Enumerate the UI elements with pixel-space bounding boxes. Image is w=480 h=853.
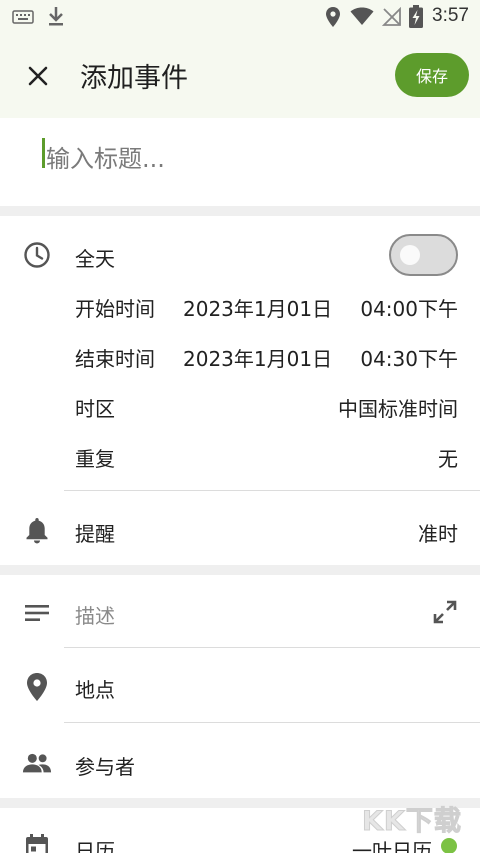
save-button[interactable]: 保存 [395,53,469,97]
repeat-value[interactable]: 无 [438,443,458,472]
wifi-icon [350,7,374,25]
section-divider [0,206,480,216]
toggle-knob [400,245,420,265]
page-title: 添加事件 [80,63,188,94]
location-pin-icon [22,672,52,702]
title-input[interactable]: 输入标题... [46,139,165,174]
reminder-value[interactable]: 准时 [418,518,458,547]
close-button[interactable] [18,56,58,96]
reminder-label[interactable]: 提醒 [75,518,115,547]
clock-icon [22,240,52,270]
all-day-label: 全天 [75,247,115,271]
timezone-label[interactable]: 时区 [75,393,115,422]
description-input[interactable]: 描述 [75,600,115,629]
calendar-color-dot [441,838,457,853]
end-time[interactable]: 04:30下午 [360,343,458,372]
app-bar: 添加事件 保存 [0,34,480,118]
timezone-value[interactable]: 中国标准时间 [338,393,458,422]
divider [64,722,480,723]
expand-icon[interactable] [430,597,460,627]
end-date[interactable]: 2023年1月01日 [183,343,332,372]
status-time: 3:57 [432,5,469,26]
location-input[interactable]: 地点 [75,674,115,703]
attendees-input[interactable]: 参与者 [75,751,135,780]
location-icon [326,7,340,27]
bell-icon [22,515,52,545]
keyboard-icon [12,10,34,24]
download-icon [49,7,63,26]
people-icon [22,748,52,778]
close-icon [28,66,48,86]
start-time[interactable]: 04:00下午 [360,293,458,322]
notes-icon [22,598,52,628]
repeat-label[interactable]: 重复 [75,443,115,472]
end-time-label: 结束时间 [75,347,155,371]
start-date[interactable]: 2023年1月01日 [183,293,332,322]
status-bar: 3:57 [0,0,480,34]
no-sim-icon [382,7,401,26]
watermark: KK下载 [362,806,462,838]
start-time-label: 开始时间 [75,297,155,321]
section-divider [0,565,480,575]
battery-charging-icon [409,5,423,28]
divider [64,647,480,648]
calendar-label[interactable]: 日历 [75,835,115,853]
all-day-toggle[interactable] [389,234,458,276]
text-cursor [42,138,45,168]
calendar-icon [22,832,52,853]
divider [64,490,480,491]
